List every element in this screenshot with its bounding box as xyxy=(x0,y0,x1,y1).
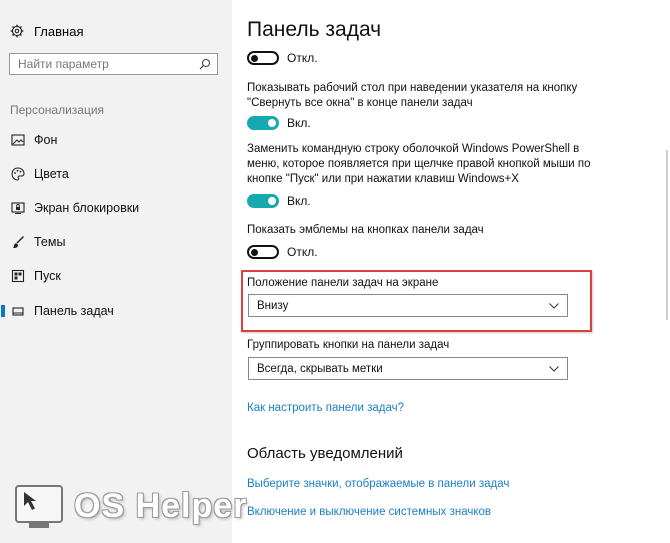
home-label: Главная xyxy=(34,23,84,39)
watermark: OS Helper xyxy=(14,484,246,530)
sidebar-item-themes[interactable]: Темы xyxy=(0,231,232,253)
notifications-section-title: Область уведомлений xyxy=(247,445,403,462)
lock-screen-icon xyxy=(11,202,25,214)
sidebar-item-label: Экран блокировки xyxy=(34,201,140,215)
sidebar-item-label: Цвета xyxy=(34,167,69,181)
system-icons-link[interactable]: Включение и выключение системных значков xyxy=(247,506,491,518)
sidebar-item-taskbar[interactable]: Панель задач xyxy=(0,300,232,322)
badges-description: Показать эмблемы на кнопках панели задач xyxy=(247,224,484,236)
position-label: Положение панели задач на экране xyxy=(247,277,439,289)
toggle-label: Откл. xyxy=(287,51,318,65)
os-helper-logo xyxy=(15,485,63,528)
page-title: Панель задач xyxy=(247,18,382,41)
chevron-down-icon xyxy=(549,365,559,372)
sidebar-item-label: Панель задач xyxy=(34,304,114,318)
toggle-knob xyxy=(268,197,276,205)
toggle-knob xyxy=(251,248,258,256)
active-indicator xyxy=(1,305,5,317)
start-icon xyxy=(11,269,25,283)
search-icon xyxy=(199,58,211,70)
search-placeholder: Найти параметр xyxy=(18,57,109,71)
sidebar-item-label: Темы xyxy=(34,235,66,249)
toggle-row-lock[interactable]: Откл. xyxy=(247,49,318,67)
help-link[interactable]: Как настроить панели задач? xyxy=(247,402,404,414)
dropdown-value: Всегда, скрывать метки xyxy=(257,362,383,375)
image-icon xyxy=(11,134,25,146)
palette-icon xyxy=(11,167,25,181)
brush-icon xyxy=(12,236,24,248)
toggle-switch[interactable] xyxy=(247,194,279,208)
toggle-label: Вкл. xyxy=(287,194,311,208)
toggle-switch[interactable] xyxy=(247,51,279,65)
taskbar-position-dropdown[interactable]: Внизу xyxy=(248,294,568,317)
toggle-row-badges[interactable]: Откл. xyxy=(247,243,318,261)
sidebar: Главная Найти параметр Персонализация Фо… xyxy=(0,0,232,543)
search-input[interactable]: Найти параметр xyxy=(9,53,218,75)
powershell-description: Заменить командную строку оболочкой Wind… xyxy=(247,143,591,185)
toggle-knob xyxy=(268,119,276,127)
toggle-label: Вкл. xyxy=(287,116,311,130)
sidebar-item-lock-screen[interactable]: Экран блокировки xyxy=(0,197,232,219)
peek-description: Показывать рабочий стол при наведении ук… xyxy=(247,82,578,109)
group-label: Группировать кнопки на панели задач xyxy=(247,339,450,351)
sidebar-item-label: Фон xyxy=(34,133,58,147)
sidebar-item-colors[interactable]: Цвета xyxy=(0,163,232,185)
toggle-row-powershell[interactable]: Вкл. xyxy=(247,192,311,210)
sidebar-item-background[interactable]: Фон xyxy=(0,129,232,151)
section-label-personalization: Персонализация xyxy=(10,103,105,117)
group-buttons-dropdown[interactable]: Всегда, скрывать метки xyxy=(248,357,568,380)
toggle-switch[interactable] xyxy=(247,116,279,130)
watermark-text: OS Helper xyxy=(74,487,248,525)
sidebar-item-label: Пуск xyxy=(34,269,61,283)
toggle-label: Откл. xyxy=(287,245,318,259)
select-icons-link[interactable]: Выберите значки, отображаемые в панели з… xyxy=(247,478,509,490)
toggle-row-peek[interactable]: Вкл. xyxy=(247,114,311,132)
taskbar-icon xyxy=(12,307,24,316)
toggle-switch[interactable] xyxy=(247,245,279,259)
home-nav-item[interactable]: Главная xyxy=(10,21,83,41)
gear-icon xyxy=(10,24,24,38)
chevron-down-icon xyxy=(549,302,559,309)
dropdown-value: Внизу xyxy=(257,299,289,312)
toggle-knob xyxy=(251,54,258,62)
scrollbar[interactable] xyxy=(666,150,668,320)
sidebar-item-start[interactable]: Пуск xyxy=(0,265,232,287)
main-content: Панель задач Откл. Показывать рабочий ст… xyxy=(232,0,670,543)
